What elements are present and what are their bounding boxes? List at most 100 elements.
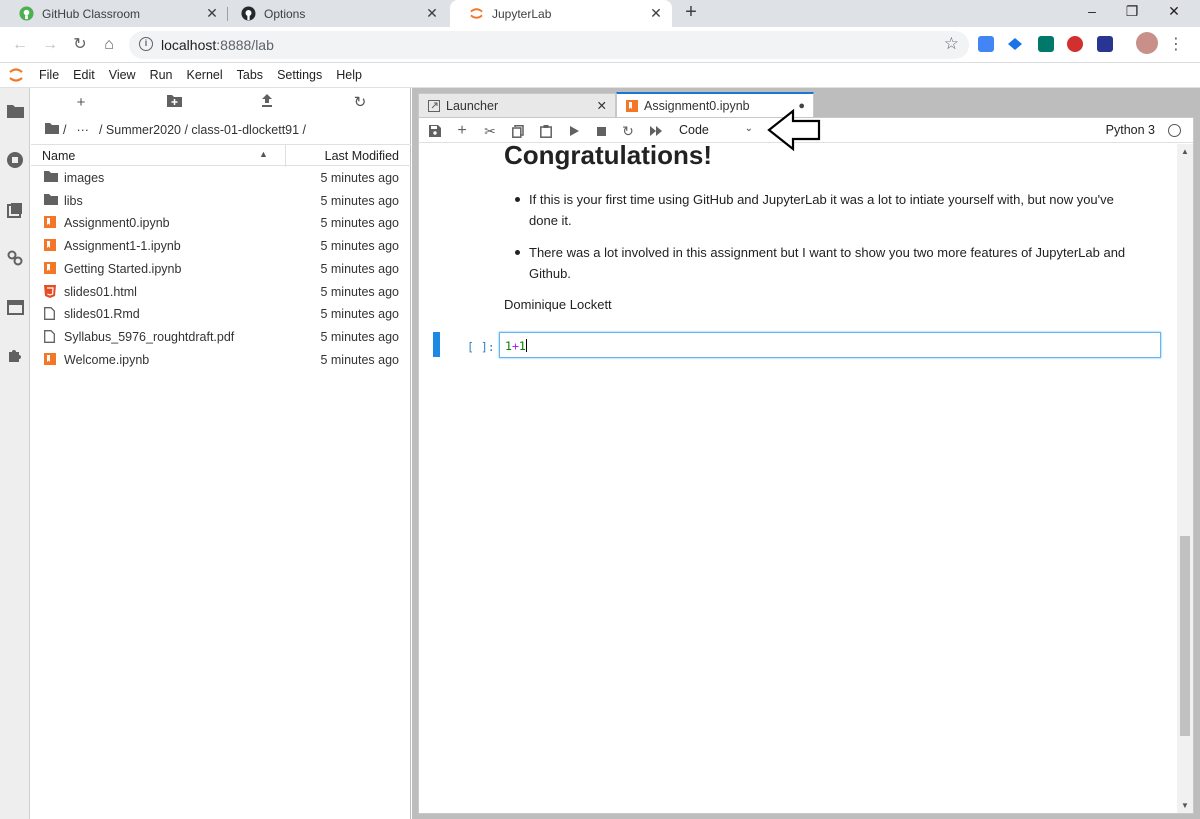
stop-icon[interactable]: [592, 122, 610, 140]
jupyter-icon: [468, 6, 484, 22]
code-cell-editor[interactable]: 1+1: [499, 332, 1161, 358]
forward-button[interactable]: →: [40, 35, 60, 55]
breadcrumb-root-sep: /: [63, 123, 67, 137]
active-cell-indicator[interactable]: [433, 332, 440, 357]
copy-icon[interactable]: [509, 122, 527, 140]
scroll-down-icon[interactable]: ▼: [1181, 801, 1189, 810]
menu-edit[interactable]: Edit: [66, 68, 102, 82]
open-tabs-icon[interactable]: [5, 297, 25, 317]
menu-settings[interactable]: Settings: [270, 68, 329, 82]
close-tab-icon[interactable]: ✕: [597, 98, 607, 113]
url-rest: :8888/lab: [216, 37, 274, 53]
info-icon[interactable]: i: [139, 37, 153, 51]
extension-icon[interactable]: [1097, 36, 1113, 52]
breadcrumb-ellipsis[interactable]: ···: [76, 123, 89, 137]
extension-icon[interactable]: [1008, 38, 1022, 50]
window-close-button[interactable]: ✕: [1154, 0, 1194, 27]
text-cursor: [525, 339, 527, 352]
tab-launcher[interactable]: Launcher ✕: [418, 93, 616, 117]
command-palette-icon[interactable]: [5, 200, 25, 220]
property-inspector-icon[interactable]: [5, 248, 25, 268]
paste-icon[interactable]: [537, 122, 555, 140]
adblock-extension-icon[interactable]: [1067, 36, 1083, 52]
menu-view[interactable]: View: [102, 68, 143, 82]
scrollbar-thumb[interactable]: [1180, 536, 1190, 736]
extension-s-icon[interactable]: [1038, 36, 1054, 52]
menu-help[interactable]: Help: [329, 68, 369, 82]
browser-tab-github-classroom[interactable]: GitHub Classroom ✕: [0, 0, 228, 27]
folder-icon[interactable]: [5, 101, 25, 121]
notebook-icon: [44, 352, 58, 367]
file-row[interactable]: slides01.html 5 minutes ago: [31, 281, 411, 303]
url-host: localhost: [161, 37, 217, 53]
restart-kernel-icon[interactable]: ↻: [619, 122, 637, 140]
upload-icon[interactable]: [257, 94, 277, 114]
file-name: slides01.html: [64, 284, 137, 299]
chrome-menu-icon[interactable]: ⋮: [1166, 35, 1186, 55]
activity-bar: [0, 88, 30, 819]
new-tab-button[interactable]: +: [680, 0, 702, 27]
reload-button[interactable]: ↻: [70, 35, 90, 55]
file-modified: 5 minutes ago: [320, 239, 399, 254]
jupyter-menubar: File Edit View Run Kernel Tabs Settings …: [0, 63, 1200, 88]
file-row[interactable]: Welcome.ipynb 5 minutes ago: [31, 349, 411, 371]
file-row[interactable]: libs 5 minutes ago: [31, 190, 411, 212]
close-tab-icon[interactable]: ✕: [648, 5, 664, 22]
file-row[interactable]: Assignment1-1.ipynb 5 minutes ago: [31, 235, 411, 257]
file-row[interactable]: slides01.Rmd 5 minutes ago: [31, 303, 411, 325]
file-browser-panel: + ↻ / ··· / Summer2020 / class-01-dlocke…: [31, 88, 411, 819]
minimize-button[interactable]: –: [1072, 0, 1112, 27]
markdown-author: Dominique Lockett: [504, 297, 612, 312]
file-row[interactable]: Syllabus_5976_roughtdraft.pdf 5 minutes a…: [31, 326, 411, 348]
file-name: Assignment0.ipynb: [64, 216, 170, 231]
insert-cell-icon[interactable]: +: [453, 122, 471, 140]
cell-type-select[interactable]: Code ⌄: [679, 123, 753, 137]
close-tab-icon[interactable]: ✕: [424, 5, 440, 22]
home-button[interactable]: ⌂: [99, 35, 119, 55]
save-icon[interactable]: [426, 122, 444, 140]
refresh-icon[interactable]: ↻: [350, 94, 370, 114]
notebook-icon: [44, 239, 58, 253]
notebook-scrollbar[interactable]: ▲ ▼: [1177, 144, 1193, 813]
file-row[interactable]: Getting Started.ipynb 5 minutes ago: [31, 258, 411, 280]
google-translate-extension-icon[interactable]: [978, 36, 994, 52]
chevron-down-icon: ⌄: [744, 123, 753, 134]
menu-file[interactable]: File: [32, 68, 66, 82]
close-tab-icon[interactable]: ✕: [204, 5, 220, 22]
address-bar[interactable]: i localhost:8888/lab ☆: [129, 31, 969, 59]
bookmark-star-icon[interactable]: ☆: [944, 34, 959, 54]
code-token: 1: [505, 339, 512, 353]
kernel-name[interactable]: Python 3: [1106, 123, 1155, 137]
file-row[interactable]: images 5 minutes ago: [31, 167, 411, 189]
running-sessions-icon[interactable]: [5, 150, 25, 170]
sort-ascending-icon[interactable]: ▲: [259, 149, 268, 159]
browser-tab-title: JupyterLab: [492, 6, 552, 21]
column-modified-header[interactable]: Last Modified: [325, 149, 399, 163]
home-folder-icon[interactable]: [45, 123, 59, 137]
notebook-icon: [625, 99, 638, 112]
scroll-up-icon[interactable]: ▲: [1181, 147, 1189, 156]
browser-tab-title: Options: [264, 6, 306, 21]
breadcrumb-path[interactable]: / Summer2020 / class-01-dlockett91 /: [99, 123, 306, 137]
restore-button[interactable]: ❐: [1112, 0, 1152, 27]
menu-tabs[interactable]: Tabs: [230, 68, 270, 82]
file-name: Getting Started.ipynb: [64, 261, 182, 276]
extensions-puzzle-icon[interactable]: [5, 346, 25, 366]
file-modified: 5 minutes ago: [320, 261, 399, 276]
browser-tab-options[interactable]: Options ✕: [228, 0, 448, 27]
restart-run-all-icon[interactable]: [647, 122, 665, 140]
main-dock-area: Launcher ✕ Assignment0.ipynb ● + ✂ ↻ Cod…: [412, 88, 1200, 819]
back-button[interactable]: ←: [10, 35, 30, 55]
run-icon[interactable]: [565, 122, 583, 140]
profile-avatar[interactable]: [1136, 32, 1158, 54]
browser-tab-jupyterlab[interactable]: JupyterLab ✕: [450, 0, 672, 27]
github-classroom-icon: [18, 6, 34, 22]
cut-icon[interactable]: ✂: [481, 122, 499, 140]
file-name: Welcome.ipynb: [64, 352, 150, 367]
column-name-header[interactable]: Name: [42, 149, 75, 163]
file-row[interactable]: Assignment0.ipynb 5 minutes ago: [31, 212, 411, 234]
menu-kernel[interactable]: Kernel: [180, 68, 230, 82]
new-launcher-button[interactable]: +: [71, 94, 91, 114]
menu-run[interactable]: Run: [143, 68, 180, 82]
new-folder-icon[interactable]: [164, 94, 184, 114]
